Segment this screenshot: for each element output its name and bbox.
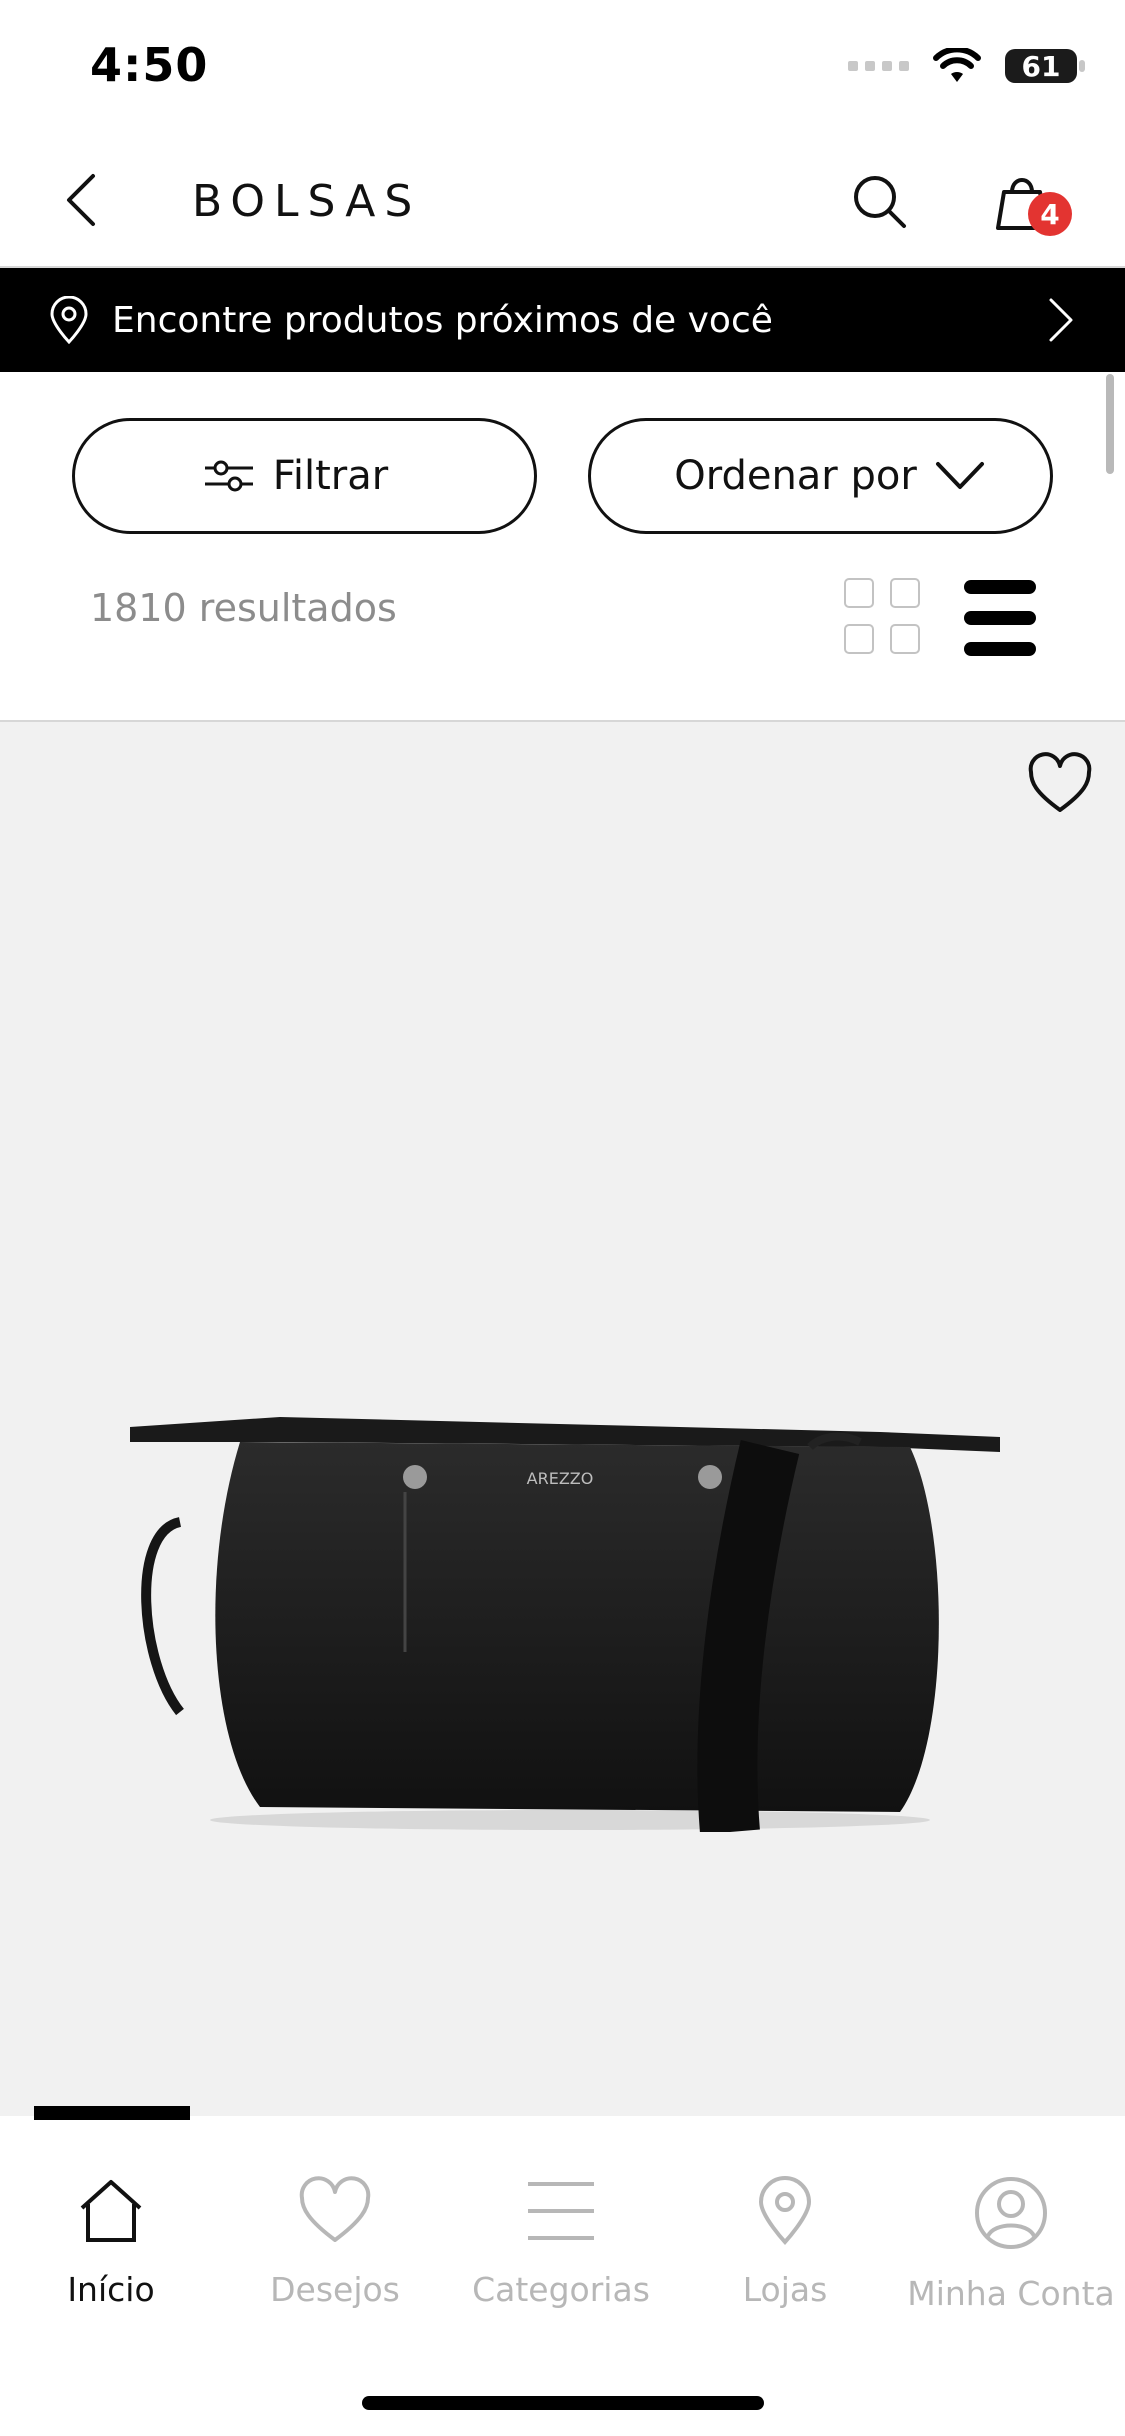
chevron-right-icon: [1049, 298, 1073, 342]
search-icon: [854, 176, 906, 228]
nav-label: Lojas: [742, 2270, 828, 2309]
top-header: BOLSAS 4: [0, 140, 1125, 268]
wifi-icon: [933, 48, 981, 82]
list-icon-bar: [964, 642, 1036, 656]
grid-view-toggle[interactable]: [844, 578, 920, 654]
nearby-products-text: Encontre produtos próximos de você: [112, 299, 773, 341]
shopping-bag-button[interactable]: 4: [990, 170, 1072, 240]
filter-button[interactable]: Filtrar: [72, 418, 537, 534]
product-card[interactable]: AREZZO: [0, 720, 1125, 2110]
favorite-button[interactable]: [1025, 750, 1095, 820]
filter-sliders-icon: [204, 460, 253, 492]
chevron-down-icon: [935, 462, 984, 489]
nav-item-lojas[interactable]: Lojas: [680, 2176, 890, 2309]
heart-icon: [1028, 752, 1092, 812]
home-indicator[interactable]: [362, 2396, 764, 2410]
heart-icon: [299, 2176, 371, 2242]
grid-icon-cell: [844, 624, 874, 654]
filter-label: Filtrar: [272, 453, 389, 499]
list-view-toggle[interactable]: [964, 580, 1036, 656]
battery-icon: 61: [1005, 49, 1085, 83]
nav-label: Minha Conta: [907, 2274, 1115, 2313]
nav-item-minha-conta[interactable]: Minha Conta: [906, 2176, 1116, 2313]
menu-lines-icon: [528, 2182, 594, 2240]
battery-level: 61: [1021, 49, 1061, 83]
cart-count-badge: 4: [1028, 192, 1072, 236]
grid-icon-cell: [844, 578, 874, 608]
signal-icon: [848, 61, 909, 71]
location-pin-icon: [758, 2176, 812, 2245]
nav-label: Desejos: [270, 2270, 400, 2309]
scroll-indicator[interactable]: [1106, 374, 1114, 474]
list-icon-bar: [964, 611, 1036, 625]
product-image: AREZZO: [130, 1417, 1000, 1832]
sort-dropdown[interactable]: Ordenar por: [588, 418, 1053, 534]
nearby-products-banner[interactable]: Encontre produtos próximos de você: [0, 268, 1125, 372]
nav-item-categorias[interactable]: Categorias: [456, 2176, 666, 2309]
back-button[interactable]: [50, 170, 110, 230]
nav-label: Categorias: [472, 2270, 650, 2309]
nav-label: Início: [67, 2270, 155, 2309]
location-pin-icon: [50, 296, 88, 344]
search-button[interactable]: [848, 170, 912, 234]
home-icon: [80, 2180, 142, 2242]
list-icon-bar: [964, 580, 1036, 594]
nav-item-inicio[interactable]: Início: [6, 2176, 216, 2309]
page-title: BOLSAS: [192, 176, 422, 227]
nav-item-desejos[interactable]: Desejos: [230, 2176, 440, 2309]
user-icon: [975, 2177, 1047, 2249]
carousel-progress-indicator: [34, 2106, 190, 2120]
bottom-navigation: Início Desejos Categorias Lojas Minha Co…: [0, 2120, 1125, 2436]
status-time: 4:50: [90, 38, 209, 92]
status-icons: 61: [848, 48, 1085, 84]
grid-icon-cell: [890, 578, 920, 608]
chevron-left-icon: [67, 174, 95, 226]
product-brand-mark: AREZZO: [527, 1469, 594, 1488]
results-count: 1810 resultados: [90, 586, 397, 630]
grid-icon-cell: [890, 624, 920, 654]
sort-label: Ordenar por: [674, 453, 917, 499]
